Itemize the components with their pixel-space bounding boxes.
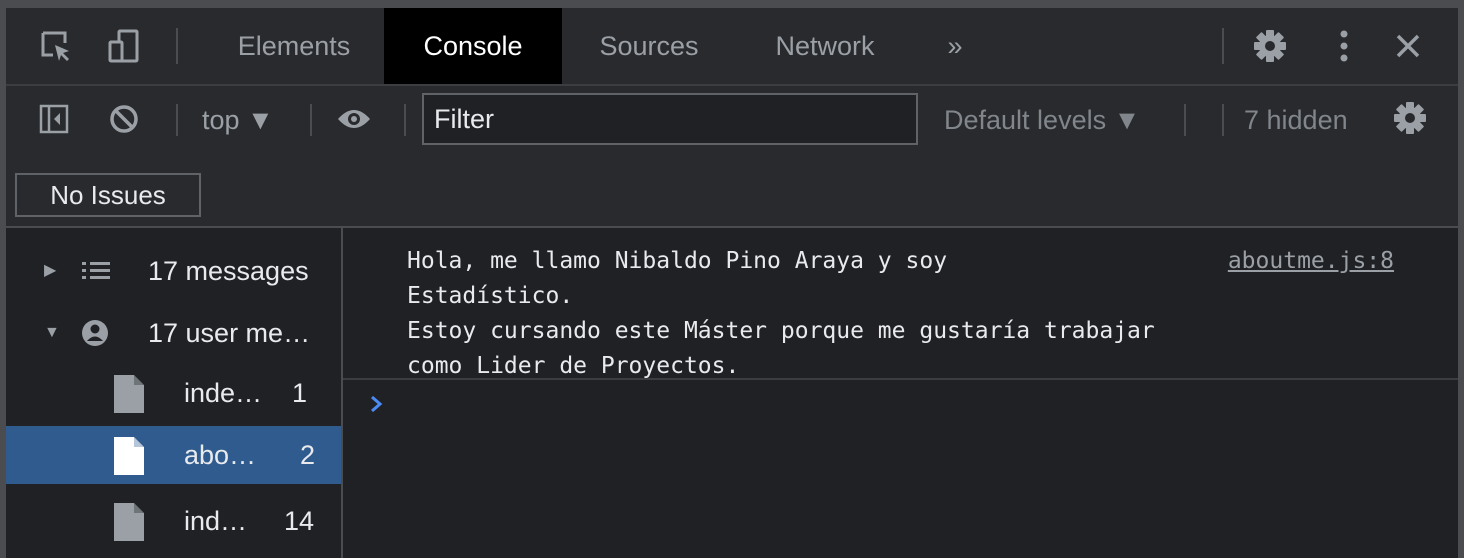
file-icon — [114, 503, 144, 541]
more-tabs-label: » — [947, 30, 963, 61]
file-icon — [114, 375, 144, 413]
filter-placeholder: Filter — [434, 104, 494, 134]
tab-console[interactable]: Console — [384, 8, 562, 84]
sidebar-file-item[interactable]: ind… 14 — [6, 492, 341, 550]
sidebar-file-item[interactable]: inde… 1 — [6, 364, 341, 422]
context-selector[interactable]: top ▼ — [202, 105, 274, 136]
devtools-window: Elements Console Sources Network » top ▼… — [0, 0, 1464, 558]
tab-sources[interactable]: Sources — [576, 8, 722, 84]
tab-network-label: Network — [775, 30, 875, 61]
live-expression-eye-icon[interactable] — [334, 99, 374, 139]
toolbar-separator — [176, 104, 178, 136]
settings-gear-icon[interactable] — [1250, 26, 1290, 66]
sidebar-file-count: 1 — [292, 378, 308, 408]
console-settings-gear-icon[interactable] — [1390, 98, 1430, 138]
file-icon — [114, 437, 144, 475]
tab-console-label: Console — [423, 30, 523, 61]
tab-sources-label: Sources — [599, 30, 699, 61]
filter-input[interactable]: Filter — [422, 93, 918, 145]
sidebar-toggle-icon[interactable] — [34, 99, 74, 139]
sidebar-file-item-selected[interactable]: abo… 2 — [6, 426, 341, 484]
hidden-count: 7 hidden — [1244, 105, 1348, 136]
console-toolbar: top ▼ Filter Default levels ▼ 7 hidden N… — [6, 86, 1458, 228]
console-message: Hola, me llamo Nibaldo Pino Araya y soy … — [343, 228, 1458, 380]
tab-elements-label: Elements — [237, 30, 351, 61]
log-levels-dropdown[interactable]: Default levels ▼ — [944, 105, 1140, 136]
toolbar-separator — [404, 104, 406, 136]
issues-label: No Issues — [50, 180, 166, 210]
toolbar-separator — [1184, 104, 1186, 136]
kebab-menu-icon[interactable] — [1324, 26, 1364, 66]
tab-separator — [1222, 28, 1224, 64]
sidebar-group-label: 17 user me… — [148, 318, 311, 348]
sidebar-group-label: 17 messages — [148, 256, 309, 286]
device-toolbar-icon[interactable] — [104, 26, 144, 66]
sidebar-file-count: 14 — [284, 506, 315, 536]
sidebar-file-name: abo… — [184, 440, 257, 470]
console-message-text: Hola, me llamo Nibaldo Pino Araya y soy … — [407, 248, 1155, 379]
context-selector-label: top ▼ — [202, 105, 274, 135]
issues-button[interactable]: No Issues — [15, 173, 201, 217]
log-levels-label: Default levels ▼ — [944, 105, 1141, 135]
prompt-chevron-icon — [371, 395, 383, 413]
toolbar-separator — [1222, 104, 1224, 136]
console-output: Hola, me llamo Nibaldo Pino Araya y soy … — [343, 228, 1458, 558]
console-prompt[interactable] — [369, 394, 385, 419]
tab-separator — [176, 28, 178, 64]
devtools-tab-bar: Elements Console Sources Network » — [6, 8, 1458, 86]
collapsed-triangle-icon: ▶ — [44, 262, 57, 279]
expanded-triangle-icon: ▼ — [44, 324, 60, 341]
sidebar-file-name: ind… — [184, 506, 248, 536]
tab-elements[interactable]: Elements — [206, 8, 382, 84]
more-tabs-button[interactable]: » — [930, 8, 980, 84]
sidebar-file-name: inde… — [184, 378, 263, 408]
sidebar-file-count: 2 — [300, 440, 316, 470]
clear-console-icon[interactable] — [104, 99, 144, 139]
tab-network[interactable]: Network — [750, 8, 900, 84]
close-icon[interactable] — [1388, 26, 1428, 66]
inspect-element-icon[interactable] — [36, 26, 76, 66]
sidebar-group-messages[interactable]: ▶ 17 messages — [6, 242, 341, 300]
message-source-link[interactable]: aboutme.js:8 — [1228, 244, 1394, 279]
toolbar-separator — [310, 104, 312, 136]
hidden-count-label: 7 hidden — [1244, 105, 1348, 135]
sidebar-group-user-messages[interactable]: ▼ 17 user me… — [6, 304, 341, 362]
console-sidebar: ▶ 17 messages ▼ 17 user me… inde… 1 abo…… — [6, 228, 343, 558]
